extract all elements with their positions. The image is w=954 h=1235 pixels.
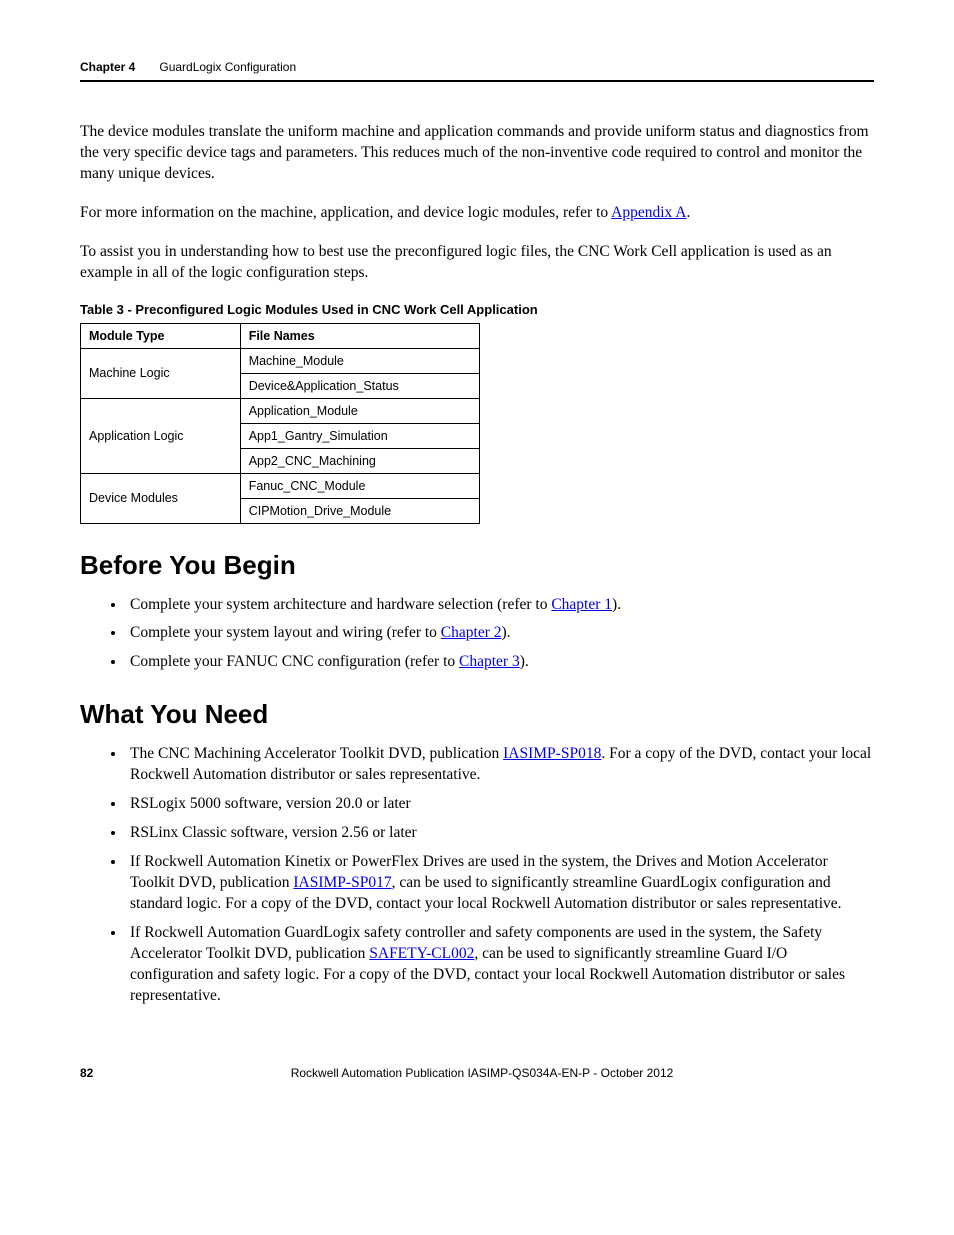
header-chapter: Chapter 4 bbox=[80, 60, 135, 74]
before-you-begin-list: Complete your system architecture and ha… bbox=[80, 595, 874, 674]
p2-post: . bbox=[687, 204, 691, 221]
table-row: Machine LogicMachine_Module bbox=[81, 348, 480, 373]
list-item: If Rockwell Automation Kinetix or PowerF… bbox=[126, 852, 874, 915]
list-item: Complete your system layout and wiring (… bbox=[126, 623, 874, 644]
table-cell-type: Machine Logic bbox=[81, 348, 241, 398]
before-you-begin-heading: Before You Begin bbox=[80, 550, 874, 581]
list-item-pre: Complete your FANUC CNC configuration (r… bbox=[130, 653, 459, 670]
table-cell-file: App2_CNC_Machining bbox=[240, 448, 479, 473]
page-header: Chapter 4 GuardLogix Configuration bbox=[80, 60, 874, 82]
paragraph-intro-2: For more information on the machine, app… bbox=[80, 203, 874, 224]
table-row: Application LogicApplication_Module bbox=[81, 398, 480, 423]
list-item: RSLogix 5000 software, version 20.0 or l… bbox=[126, 794, 874, 815]
table-header-type: Module Type bbox=[81, 323, 241, 348]
table-cell-file: App1_Gantry_Simulation bbox=[240, 423, 479, 448]
table-cell-file: CIPMotion_Drive_Module bbox=[240, 498, 479, 523]
appendix-a-link[interactable]: Appendix A bbox=[611, 204, 686, 221]
table-header-files: File Names bbox=[240, 323, 479, 348]
footer-pub-pre: Rockwell Automation Publication IASIMP-Q… bbox=[291, 1066, 601, 1080]
table-cell-file: Device&Application_Status bbox=[240, 373, 479, 398]
table-cell-type: Device Modules bbox=[81, 473, 241, 523]
list-item-pre: RSLogix 5000 software, version 20.0 or l… bbox=[130, 795, 411, 812]
list-item-post: ). bbox=[612, 596, 621, 613]
table-cell-file: Application_Module bbox=[240, 398, 479, 423]
chapter-link[interactable]: Chapter 3 bbox=[459, 653, 520, 670]
table-caption: Table 3 - Preconfigured Logic Modules Us… bbox=[80, 302, 874, 317]
list-item-pre: Complete your system layout and wiring (… bbox=[130, 624, 441, 641]
paragraph-intro-3: To assist you in understanding how to be… bbox=[80, 242, 874, 284]
logic-modules-table: Module Type File Names Machine LogicMach… bbox=[80, 323, 480, 524]
chapter-link[interactable]: Chapter 2 bbox=[441, 624, 502, 641]
list-item-post: ). bbox=[520, 653, 529, 670]
table-cell-file: Fanuc_CNC_Module bbox=[240, 473, 479, 498]
list-item: RSLinx Classic software, version 2.56 or… bbox=[126, 823, 874, 844]
p2-pre: For more information on the machine, app… bbox=[80, 204, 611, 221]
footer-page-number: 82 bbox=[80, 1066, 93, 1080]
footer-pub-date: October 2012 bbox=[601, 1066, 674, 1080]
list-item-pre: The CNC Machining Accelerator Toolkit DV… bbox=[130, 745, 503, 762]
publication-link[interactable]: IASIMP-SP018 bbox=[503, 745, 601, 762]
publication-link[interactable]: SAFETY-CL002 bbox=[369, 945, 474, 962]
footer-publication: Rockwell Automation Publication IASIMP-Q… bbox=[93, 1066, 870, 1080]
list-item: If Rockwell Automation GuardLogix safety… bbox=[126, 923, 874, 1007]
chapter-link[interactable]: Chapter 1 bbox=[551, 596, 612, 613]
paragraph-intro-1: The device modules translate the uniform… bbox=[80, 122, 874, 185]
page-footer: 82 Rockwell Automation Publication IASIM… bbox=[80, 1066, 874, 1080]
list-item-post: ). bbox=[502, 624, 511, 641]
what-you-need-heading: What You Need bbox=[80, 699, 874, 730]
list-item-pre: RSLinx Classic software, version 2.56 or… bbox=[130, 824, 417, 841]
list-item: Complete your system architecture and ha… bbox=[126, 595, 874, 616]
header-title: GuardLogix Configuration bbox=[159, 60, 296, 74]
table-cell-type: Application Logic bbox=[81, 398, 241, 473]
publication-link[interactable]: IASIMP-SP017 bbox=[293, 874, 391, 891]
list-item: Complete your FANUC CNC configuration (r… bbox=[126, 652, 874, 673]
table-row: Device ModulesFanuc_CNC_Module bbox=[81, 473, 480, 498]
footer-spacer bbox=[871, 1066, 874, 1080]
what-you-need-list: The CNC Machining Accelerator Toolkit DV… bbox=[80, 744, 874, 1006]
list-item: The CNC Machining Accelerator Toolkit DV… bbox=[126, 744, 874, 786]
table-cell-file: Machine_Module bbox=[240, 348, 479, 373]
list-item-pre: Complete your system architecture and ha… bbox=[130, 596, 551, 613]
